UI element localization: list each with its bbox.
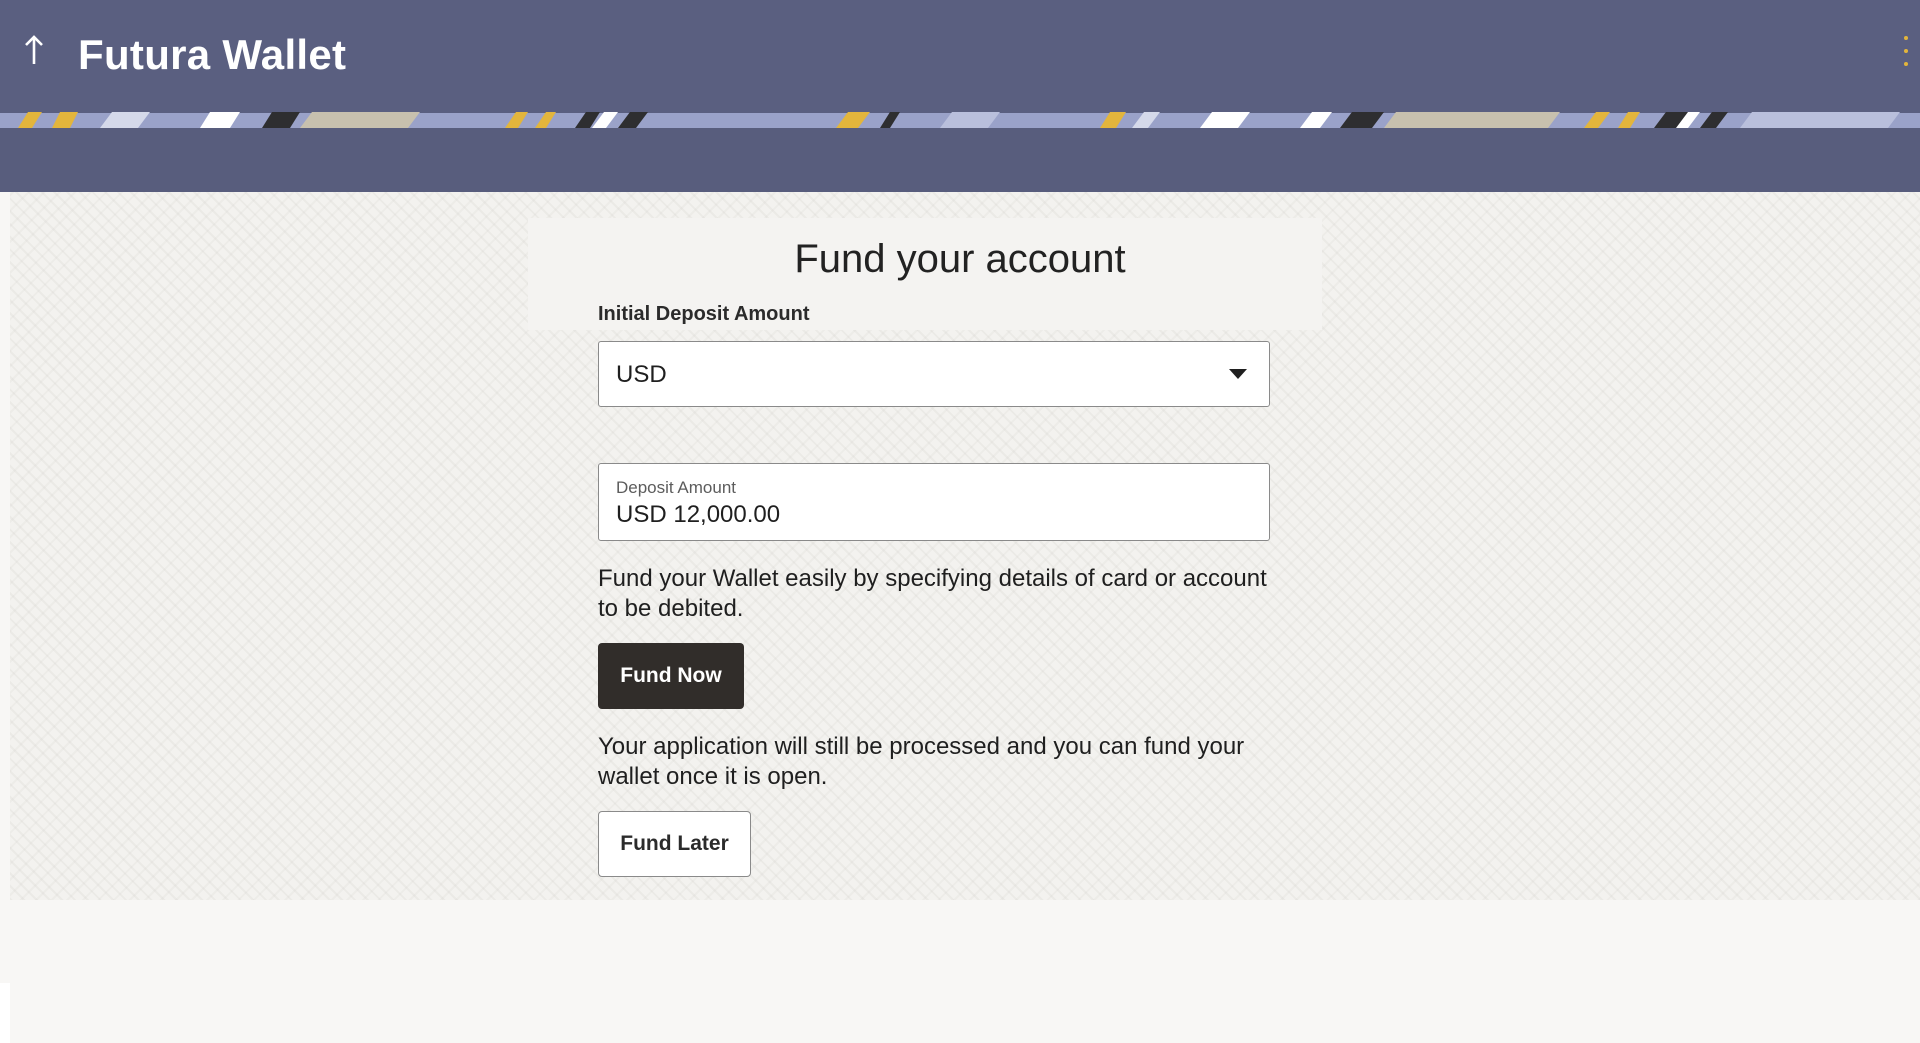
page-edge — [0, 983, 10, 1043]
back-button[interactable] — [16, 28, 52, 72]
deposit-amount-field[interactable]: Deposit Amount USD 12,000.00 — [598, 463, 1270, 541]
fund-now-button[interactable]: Fund Now — [598, 643, 744, 709]
fund-later-description: Your application will still be processed… — [598, 733, 1245, 790]
chevron-down-icon — [1229, 369, 1247, 379]
deposit-amount-value[interactable]: USD 12,000.00 — [616, 500, 780, 530]
page-title: Fund your account — [794, 237, 1126, 281]
decorative-banner-strip — [0, 108, 1920, 128]
app-title: Futura Wallet — [78, 31, 347, 78]
kebab-menu-button[interactable] — [1898, 36, 1914, 66]
app-header: Futura Wallet — [0, 0, 1920, 192]
kebab-dot — [1904, 36, 1908, 40]
currency-selected-value: USD — [616, 361, 667, 388]
initial-deposit-label: Initial Deposit Amount — [598, 303, 810, 325]
banner-pattern — [0, 108, 1920, 128]
arrow-up-icon — [25, 35, 43, 64]
kebab-dot — [1904, 49, 1908, 53]
deposit-amount-label: Deposit Amount — [616, 478, 737, 497]
fund-later-button[interactable]: Fund Later — [598, 811, 751, 877]
currency-select[interactable]: USD — [598, 341, 1270, 407]
fund-now-description: Fund your Wallet easily by specifying de… — [598, 565, 1267, 622]
kebab-dot — [1904, 62, 1908, 66]
